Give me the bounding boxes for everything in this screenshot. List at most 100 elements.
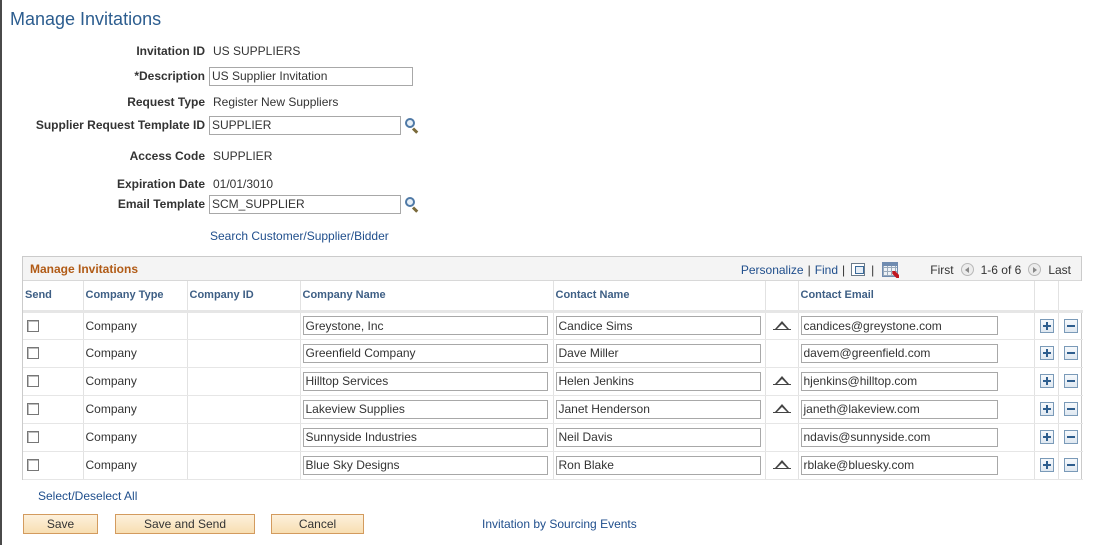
delete-row-cell — [1058, 339, 1083, 368]
grid-toolbar: Personalize | Find | | First 1-6 of 6 La… — [741, 262, 1071, 277]
template-lookup-icon[interactable] — [403, 117, 419, 134]
template-id-input[interactable]: SUPPLIER — [209, 115, 401, 135]
column-header-company-type[interactable]: Company Type — [83, 281, 188, 313]
minus-icon[interactable] — [1063, 346, 1078, 360]
contact-name-input[interactable]: Helen Jenkins — [555, 371, 761, 391]
manage-invitations-grid: Manage Invitations Personalize | Find | … — [22, 256, 1083, 480]
template-id-label: Supplier Request Template ID — [35, 118, 205, 132]
contact-name-cell: Helen Jenkins — [553, 367, 766, 396]
contact-email-input[interactable]: rblake@bluesky.com — [800, 455, 998, 475]
address-triangle-icon[interactable] — [772, 320, 791, 331]
company-name-input[interactable]: Greenfield Company — [302, 343, 548, 363]
select-deselect-all-link[interactable]: Select/Deselect All — [38, 489, 137, 503]
send-checkbox[interactable] — [27, 375, 39, 387]
access-code-label: Access Code — [129, 149, 205, 163]
email-template-input[interactable]: SCM_SUPPLIER — [209, 194, 401, 214]
expiration-row: Expiration Date 01/01/3010 — [0, 174, 273, 194]
address-cell — [765, 395, 799, 424]
delete-row-cell — [1058, 423, 1083, 452]
send-cell — [23, 395, 84, 424]
plus-icon[interactable] — [1039, 402, 1054, 416]
minus-icon[interactable] — [1063, 318, 1078, 333]
add-row-cell — [1034, 451, 1059, 480]
new-window-icon[interactable] — [851, 263, 866, 276]
send-checkbox[interactable] — [27, 403, 39, 415]
column-header-send[interactable]: Send — [23, 281, 84, 313]
send-cell — [23, 339, 84, 368]
plus-icon[interactable] — [1039, 458, 1054, 472]
minus-icon[interactable] — [1063, 374, 1078, 388]
send-checkbox[interactable] — [27, 459, 39, 471]
access-code-row: Access Code SUPPLIER — [0, 146, 273, 166]
contact-email-input[interactable]: davem@greenfield.com — [800, 343, 998, 363]
company-name-cell: Hilltop Services — [300, 367, 554, 396]
send-checkbox[interactable] — [27, 319, 39, 332]
company-name-input[interactable]: Blue Sky Designs — [302, 455, 548, 475]
save-and-send-button[interactable]: Save and Send — [115, 514, 255, 534]
company-name-input[interactable]: Greystone, Inc — [302, 316, 548, 335]
previous-row-icon[interactable] — [960, 263, 974, 276]
contact-name-input[interactable]: Ron Blake — [555, 455, 761, 475]
company-type-cell: Company — [83, 367, 188, 396]
company-id-cell — [187, 367, 301, 396]
send-cell — [23, 451, 84, 480]
contact-email-cell: candices@greystone.com — [798, 311, 1035, 340]
contact-email-input[interactable]: ndavis@sunnyside.com — [800, 427, 998, 447]
address-triangle-icon[interactable] — [772, 376, 791, 386]
send-checkbox[interactable] — [27, 347, 39, 359]
column-header-contact-name[interactable]: Contact Name — [553, 281, 766, 313]
personalize-link[interactable]: Personalize — [741, 263, 804, 277]
company-type-cell: Company — [83, 423, 188, 452]
company-name-cell: Blue Sky Designs — [300, 451, 554, 480]
plus-icon[interactable] — [1039, 430, 1054, 444]
contact-email-cell: davem@greenfield.com — [798, 339, 1035, 368]
contact-name-input[interactable]: Neil Davis — [555, 427, 761, 447]
company-name-input[interactable]: Sunnyside Industries — [302, 427, 548, 447]
send-checkbox[interactable] — [27, 431, 39, 443]
company-name-cell: Greystone, Inc — [300, 311, 554, 340]
find-link[interactable]: Find — [815, 263, 838, 277]
download-to-spreadsheet-icon[interactable] — [882, 262, 899, 277]
table-body: Company Greystone, Inc Candice Sims cand… — [23, 311, 1083, 480]
minus-icon[interactable] — [1063, 458, 1078, 472]
plus-icon[interactable] — [1039, 346, 1054, 360]
next-row-icon[interactable] — [1028, 263, 1042, 276]
last-link[interactable]: Last — [1048, 263, 1071, 277]
email-template-lookup-icon[interactable] — [403, 196, 419, 213]
save-button[interactable]: Save — [23, 514, 98, 534]
delete-row-cell — [1058, 367, 1083, 396]
address-triangle-icon[interactable] — [772, 460, 791, 470]
company-id-cell — [187, 339, 301, 368]
contact-name-input[interactable]: Dave Miller — [555, 343, 761, 363]
company-name-cell: Sunnyside Industries — [300, 423, 554, 452]
column-header-company-id[interactable]: Company ID — [187, 281, 301, 313]
company-name-input[interactable]: Lakeview Supplies — [302, 399, 548, 419]
grid-header: Manage Invitations Personalize | Find | … — [23, 257, 1081, 281]
delete-row-cell — [1058, 395, 1083, 424]
first-link[interactable]: First — [930, 263, 953, 277]
company-name-input[interactable]: Hilltop Services — [302, 371, 548, 391]
plus-icon[interactable] — [1039, 374, 1054, 388]
contact-email-input[interactable]: hjenkins@hilltop.com — [800, 371, 998, 391]
column-header-company-name[interactable]: Company Name — [300, 281, 554, 313]
address-triangle-icon[interactable] — [772, 404, 791, 414]
minus-icon[interactable] — [1063, 402, 1078, 416]
contact-email-input[interactable]: candices@greystone.com — [800, 316, 998, 335]
contact-email-input[interactable]: janeth@lakeview.com — [800, 399, 998, 419]
invitations-table: Send Company Type Company ID Company Nam… — [23, 281, 1083, 480]
contact-name-input[interactable]: Janet Henderson — [555, 399, 761, 419]
company-name-cell: Greenfield Company — [300, 339, 554, 368]
minus-icon[interactable] — [1063, 430, 1078, 444]
contact-name-input[interactable]: Candice Sims — [555, 316, 761, 335]
description-input[interactable]: US Supplier Invitation — [209, 66, 413, 86]
column-header-contact-email[interactable]: Contact Email — [798, 281, 1035, 313]
delete-row-cell — [1058, 451, 1083, 480]
address-cell — [765, 423, 799, 452]
search-customer-link[interactable]: Search Customer/Supplier/Bidder — [210, 229, 389, 243]
cancel-button[interactable]: Cancel — [271, 514, 364, 534]
toolbar-separator: | — [871, 262, 875, 277]
invitation-by-sourcing-events-link[interactable]: Invitation by Sourcing Events — [482, 517, 637, 531]
plus-icon[interactable] — [1039, 318, 1054, 333]
add-row-cell — [1034, 395, 1059, 424]
company-name-cell: Lakeview Supplies — [300, 395, 554, 424]
